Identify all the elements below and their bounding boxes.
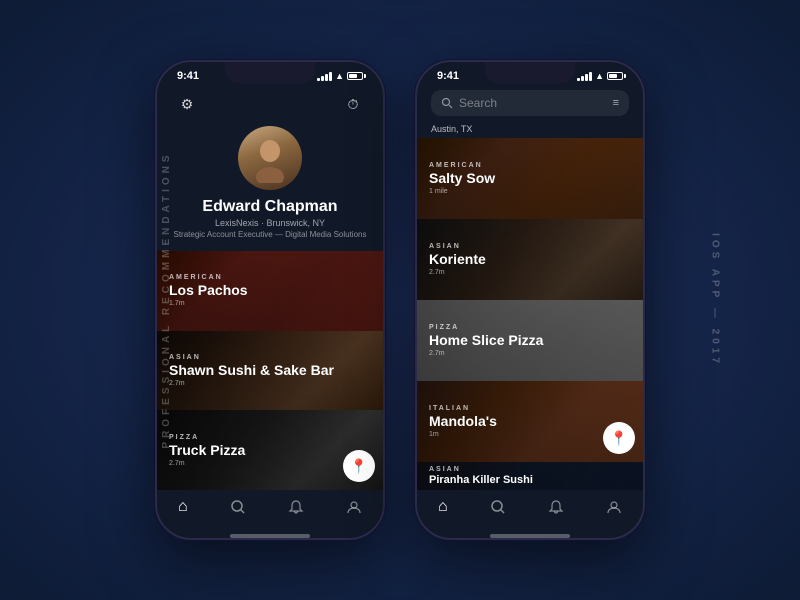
person-icon-1 [346,499,362,515]
search-icon-2 [441,97,453,109]
card-0-distance: 1.7m [169,300,371,307]
filter-icon[interactable]: ≡ [613,97,619,109]
card-0-cuisine: AMERICAN [169,274,371,281]
signal-icon [317,72,332,81]
home-indicator-1 [230,534,310,538]
phones-container: 9:41 ▲ ⚙ [155,60,645,540]
battery-icon [347,72,363,80]
phone-1-status-icons: ▲ [317,71,363,81]
card2-0-distance: 1 mile [429,188,631,195]
phone-1-restaurant-list: AMERICAN Los Pachos 1.7m ASIAN Shawn Sus… [157,251,383,490]
history-button[interactable]: ⏱ [339,90,367,118]
nav-profile-2[interactable] [606,499,622,515]
card-1-name: Shawn Sushi & Sake Bar [169,362,371,378]
phone-2-bottom-nav: ⌂ [417,490,643,528]
profile-section: Edward Chapman LexisNexis · Brunswick, N… [157,126,383,251]
card2-3-cuisine: ITALIAN [429,405,631,412]
restaurant-card-2[interactable]: PIZZA Truck Pizza 2.7m 📍 [157,410,383,490]
signal-icon-2 [577,72,592,81]
restaurant-card-1[interactable]: ASIAN Shawn Sushi & Sake Bar 2.7m [157,331,383,411]
card-1-cuisine: ASIAN [169,354,371,361]
location-fab-1[interactable]: 📍 [343,450,375,482]
profile-name: Edward Chapman [202,198,337,216]
settings-button[interactable]: ⚙ [173,90,201,118]
search-icon-nav-2 [490,499,506,515]
card-0-name: Los Pachos [169,282,371,298]
restaurant-card2-0[interactable]: AMERICAN Salty Sow 1 mile [417,138,643,219]
card2-1-name: Koriente [429,251,631,267]
nav-search-1[interactable] [230,499,246,515]
search-icon-1 [230,499,246,515]
phone-2-notch [485,62,575,84]
battery-icon-2 [607,72,623,80]
nav-profile-1[interactable] [346,499,362,515]
card2-1-cuisine: ASIAN [429,243,631,250]
card2-4-name: Piranha Killer Sushi [429,474,631,486]
card2-2-name: Home Slice Pizza [429,332,631,348]
card2-0-name: Salty Sow [429,170,631,186]
side-text-left: PROFESSIONAL RECOMMENDATIONS [161,151,172,448]
restaurant-card2-3[interactable]: ITALIAN Mandola's 1m 📍 [417,381,643,462]
phone-1: 9:41 ▲ ⚙ [155,60,385,540]
card2-2-distance: 2.7m [429,350,631,357]
card2-3-distance: 1m [429,431,631,438]
home-indicator-2 [490,534,570,538]
restaurant-card2-1[interactable]: ASIAN Koriente 2.7m [417,219,643,300]
nav-home-2[interactable]: ⌂ [438,498,448,516]
side-text-right: IOS APP — 2017 [710,233,721,367]
profile-meta: LexisNexis · Brunswick, NY [215,218,325,228]
location-label: Austin, TX [417,122,643,138]
search-placeholder: Search [459,96,607,110]
nav-notifications-2[interactable] [548,499,564,515]
profile-title: Strategic Account Executive — Digital Me… [174,230,367,239]
wifi-icon: ▲ [335,71,344,81]
phone-2-header: Search ≡ [417,86,643,122]
phone-2: 9:41 ▲ [415,60,645,540]
bell-icon-2 [548,499,564,515]
bell-icon-1 [288,499,304,515]
phone-1-notch [225,62,315,84]
card2-2-cuisine: PIZZA [429,324,631,331]
phone-1-bottom-nav: ⌂ [157,490,383,528]
phone-2-status-icons: ▲ [577,71,623,81]
avatar-image [250,133,290,183]
card-1-distance: 2.7m [169,380,371,387]
nav-home-1[interactable]: ⌂ [178,498,188,516]
nav-search-2[interactable] [490,499,506,515]
card-2-name: Truck Pizza [169,442,371,458]
restaurant-card-0[interactable]: AMERICAN Los Pachos 1.7m [157,251,383,331]
phone-2-restaurant-list: AMERICAN Salty Sow 1 mile ASIAN Koriente… [417,138,643,490]
person-icon-2 [606,499,622,515]
card2-1-distance: 2.7m [429,269,631,276]
card2-0-cuisine: AMERICAN [429,162,631,169]
phone-2-time: 9:41 [437,70,459,82]
avatar [238,126,302,190]
location-fab-2[interactable]: 📍 [603,422,635,454]
wifi-icon-2: ▲ [595,71,604,81]
phone-1-time: 9:41 [177,70,199,82]
phone-2-screen: 9:41 ▲ [417,62,643,538]
restaurant-card2-4[interactable]: ASIAN Piranha Killer Sushi [417,462,643,490]
card-2-distance: 2.7m [169,460,371,467]
phone-1-header: ⚙ ⏱ [157,86,383,126]
search-bar[interactable]: Search ≡ [431,90,629,116]
nav-notifications-1[interactable] [288,499,304,515]
card2-4-cuisine: ASIAN [429,466,631,473]
card-2-cuisine: PIZZA [169,434,371,441]
card2-3-name: Mandola's [429,413,631,429]
phone-1-screen: 9:41 ▲ ⚙ [157,62,383,538]
restaurant-card2-2[interactable]: PIZZA Home Slice Pizza 2.7m [417,300,643,381]
